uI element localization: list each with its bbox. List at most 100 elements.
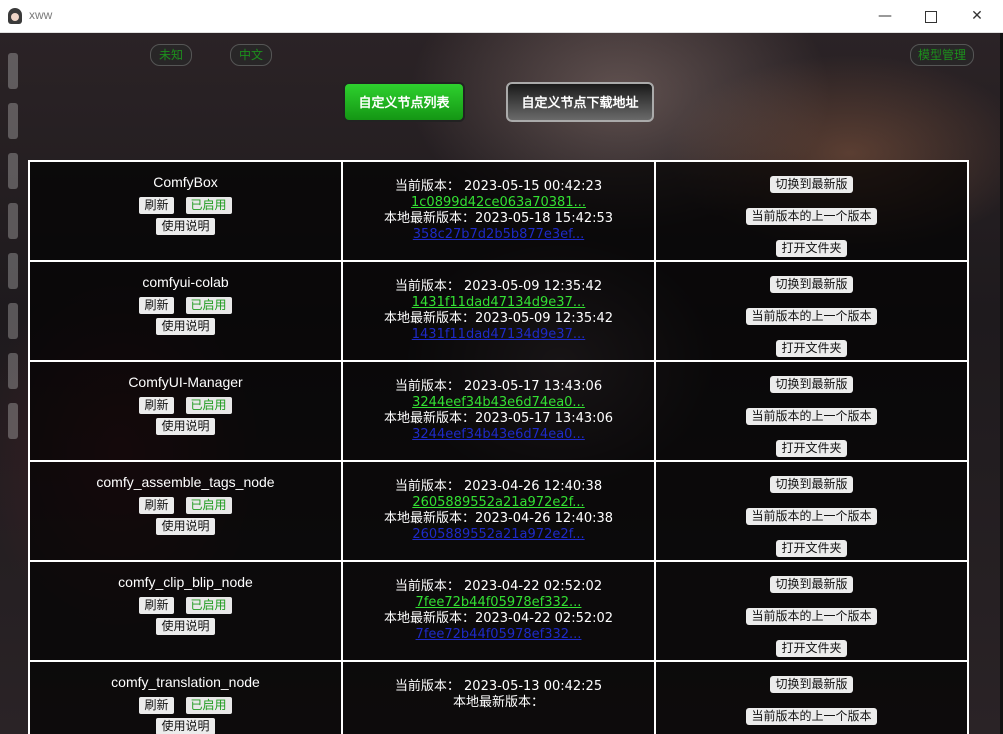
enabled-toggle-button[interactable]: 已启用 — [185, 297, 232, 314]
current-version-label: 当前版本： — [394, 279, 460, 294]
latest-commit-link[interactable]: 3244eef34b43e6d74ea0... — [343, 427, 654, 443]
minimize-button[interactable]: — — [862, 0, 908, 32]
side-tabs — [8, 53, 18, 453]
node-version-cell: 当前版本： 2023-05-15 00:42:23 1c0899d42ce063a… — [341, 160, 656, 262]
node-name: comfy_assemble_tags_node — [96, 474, 275, 490]
latest-commit-link[interactable]: 1431f11dad47134d9e37... — [343, 327, 654, 343]
usage-button[interactable]: 使用说明 — [156, 618, 215, 635]
app-avatar-icon — [8, 8, 22, 24]
open-folder-button[interactable]: 打开文件夹 — [776, 240, 847, 257]
enabled-toggle-button[interactable]: 已启用 — [185, 597, 232, 614]
side-tab[interactable] — [8, 153, 18, 189]
node-actions-cell: 切换到最新版当前版本的上一个版本打开文件夹 — [654, 360, 969, 462]
enabled-toggle-button[interactable]: 已启用 — [185, 397, 232, 414]
current-version-line: 当前版本： 2023-05-09 12:35:42 — [343, 279, 654, 295]
node-name: comfy_clip_blip_node — [118, 574, 253, 590]
latest-version-line: 本地最新版本：2023-04-22 02:52:02 — [343, 611, 654, 627]
node-actions-cell: 切换到最新版当前版本的上一个版本打开文件夹 — [654, 160, 969, 262]
top-pill-left[interactable]: 未知 — [150, 44, 192, 66]
latest-commit-link[interactable]: 2605889552a21a972e2f... — [343, 527, 654, 543]
refresh-button[interactable]: 刷新 — [139, 697, 174, 714]
table-row: comfyui-colab 刷新 已启用 使用说明 当前版本： 2023-05-09 1… — [28, 260, 969, 362]
current-commit-link[interactable]: 1c0899d42ce063a70381... — [343, 195, 654, 211]
node-info-cell: ComfyBox 刷新 已启用 使用说明 — [28, 160, 343, 262]
refresh-button[interactable]: 刷新 — [139, 597, 174, 614]
current-version-date: 2023-05-13 00:42:25 — [464, 679, 603, 694]
usage-button[interactable]: 使用说明 — [156, 418, 215, 435]
node-info-cell: comfy_translation_node 刷新 已启用 使用说明 — [28, 660, 343, 734]
open-folder-button[interactable]: 打开文件夹 — [776, 640, 847, 657]
refresh-button[interactable]: 刷新 — [139, 397, 174, 414]
node-version-cell: 当前版本： 2023-05-17 13:43:06 3244eef34b43e6d… — [341, 360, 656, 462]
table-row: comfy_clip_blip_node 刷新 已启用使用说明 当前版本： 2023-… — [28, 560, 969, 662]
side-tab[interactable] — [8, 403, 18, 439]
node-info-cell: comfyui-colab 刷新 已启用 使用说明 — [28, 260, 343, 362]
current-commit-link[interactable]: 3244eef34b43e6d74ea0... — [343, 395, 654, 411]
node-version-cell: 当前版本： 2023-04-26 12:40:38 2605889552a21a9… — [341, 460, 656, 562]
table-row: comfy_translation_node 刷新 已启用 使用说明 当前版本： 202… — [28, 660, 969, 734]
switch-latest-button[interactable]: 切换到最新版 — [770, 676, 853, 693]
enabled-toggle-button[interactable]: 已启用 — [185, 197, 232, 214]
enabled-toggle-button[interactable]: 已启用 — [185, 497, 232, 514]
side-tab[interactable] — [8, 203, 18, 239]
node-version-cell: 当前版本： 2023-04-22 02:52:02 7fee72b44f05978… — [341, 560, 656, 662]
usage-button[interactable]: 使用说明 — [156, 718, 215, 734]
model-manager-button[interactable]: 模型管理 — [910, 44, 974, 66]
node-actions-cell: 切换到最新版当前版本的上一个版本打开文件夹 — [654, 660, 969, 734]
maximize-button[interactable] — [908, 0, 954, 32]
side-tab[interactable] — [8, 353, 18, 389]
previous-version-button[interactable]: 当前版本的上一个版本 — [746, 408, 877, 425]
enabled-toggle-button[interactable]: 已启用 — [185, 697, 232, 714]
previous-version-button[interactable]: 当前版本的上一个版本 — [746, 708, 877, 725]
window-title: xww — [29, 8, 53, 22]
usage-button[interactable]: 使用说明 — [156, 318, 215, 335]
switch-latest-button[interactable]: 切换到最新版 — [770, 176, 853, 193]
current-version-date: 2023-04-26 12:40:38 — [464, 479, 603, 494]
current-version-label: 当前版本： — [394, 479, 460, 494]
side-tab[interactable] — [8, 53, 18, 89]
node-info-cell: comfy_clip_blip_node 刷新 已启用使用说明 — [28, 560, 343, 662]
custom-node-download-button[interactable]: 自定义节点下载地址 — [506, 82, 654, 122]
latest-version-date: 2023-05-18 15:42:53 — [474, 211, 614, 226]
current-commit-link[interactable]: 1431f11dad47134d9e37... — [343, 295, 654, 311]
previous-version-button[interactable]: 当前版本的上一个版本 — [746, 608, 877, 625]
usage-button[interactable]: 使用说明 — [156, 218, 215, 235]
latest-commit-link[interactable]: 358c27b7d2b5b877e3ef... — [343, 227, 654, 243]
side-tab[interactable] — [8, 253, 18, 289]
refresh-button[interactable]: 刷新 — [139, 297, 174, 314]
current-version-line: 当前版本： 2023-04-22 02:52:02 — [343, 579, 654, 595]
latest-version-date: 2023-05-09 12:35:42 — [474, 311, 614, 326]
latest-version-line: 本地最新版本：2023-05-17 13:43:06 — [343, 411, 654, 427]
side-tab[interactable] — [8, 303, 18, 339]
node-name: ComfyUI-Manager — [128, 374, 243, 390]
latest-version-line: 本地最新版本：2023-05-18 15:42:53 — [343, 211, 654, 227]
current-commit-link[interactable]: 7fee72b44f05978ef332... — [343, 595, 654, 611]
refresh-button[interactable]: 刷新 — [139, 197, 174, 214]
main-content: 未知 中文 模型管理 自定义节点列表 自定义节点下载地址 ComfyBox 刷新已… — [0, 33, 1000, 734]
current-commit-link[interactable]: 2605889552a21a972e2f... — [343, 495, 654, 511]
app-window: xww — ✕ 未知 中文 模型管理 自定义节点列表 自定义节点下载地址 Com… — [0, 0, 1003, 734]
open-folder-button[interactable]: 打开文件夹 — [776, 440, 847, 457]
close-button[interactable]: ✕ — [954, 0, 1000, 32]
previous-version-button[interactable]: 当前版本的上一个版本 — [746, 508, 877, 525]
switch-latest-button[interactable]: 切换到最新版 — [770, 476, 853, 493]
switch-latest-button[interactable]: 切换到最新版 — [770, 376, 853, 393]
table-row: comfy_assemble_tags_node 刷新 已启用使用说明 当前版本： 2… — [28, 460, 969, 562]
side-tab[interactable] — [8, 103, 18, 139]
usage-button[interactable]: 使用说明 — [156, 518, 215, 535]
title-bar: xww — ✕ — [0, 0, 1003, 33]
previous-version-button[interactable]: 当前版本的上一个版本 — [746, 308, 877, 325]
open-folder-button[interactable]: 打开文件夹 — [776, 340, 847, 357]
current-version-label: 当前版本： — [394, 179, 460, 194]
latest-version-date: 2023-04-26 12:40:38 — [474, 511, 614, 526]
open-folder-button[interactable]: 打开文件夹 — [776, 540, 847, 557]
switch-latest-button[interactable]: 切换到最新版 — [770, 276, 853, 293]
refresh-button[interactable]: 刷新 — [139, 497, 174, 514]
switch-latest-button[interactable]: 切换到最新版 — [770, 576, 853, 593]
custom-node-list-button[interactable]: 自定义节点列表 — [343, 82, 465, 122]
latest-commit-link[interactable]: 7fee72b44f05978ef332... — [343, 627, 654, 643]
previous-version-button[interactable]: 当前版本的上一个版本 — [746, 208, 877, 225]
top-pill-language[interactable]: 中文 — [230, 44, 272, 66]
latest-version-line: 本地最新版本： — [343, 695, 654, 711]
latest-version-date: 2023-05-17 13:43:06 — [474, 411, 614, 426]
